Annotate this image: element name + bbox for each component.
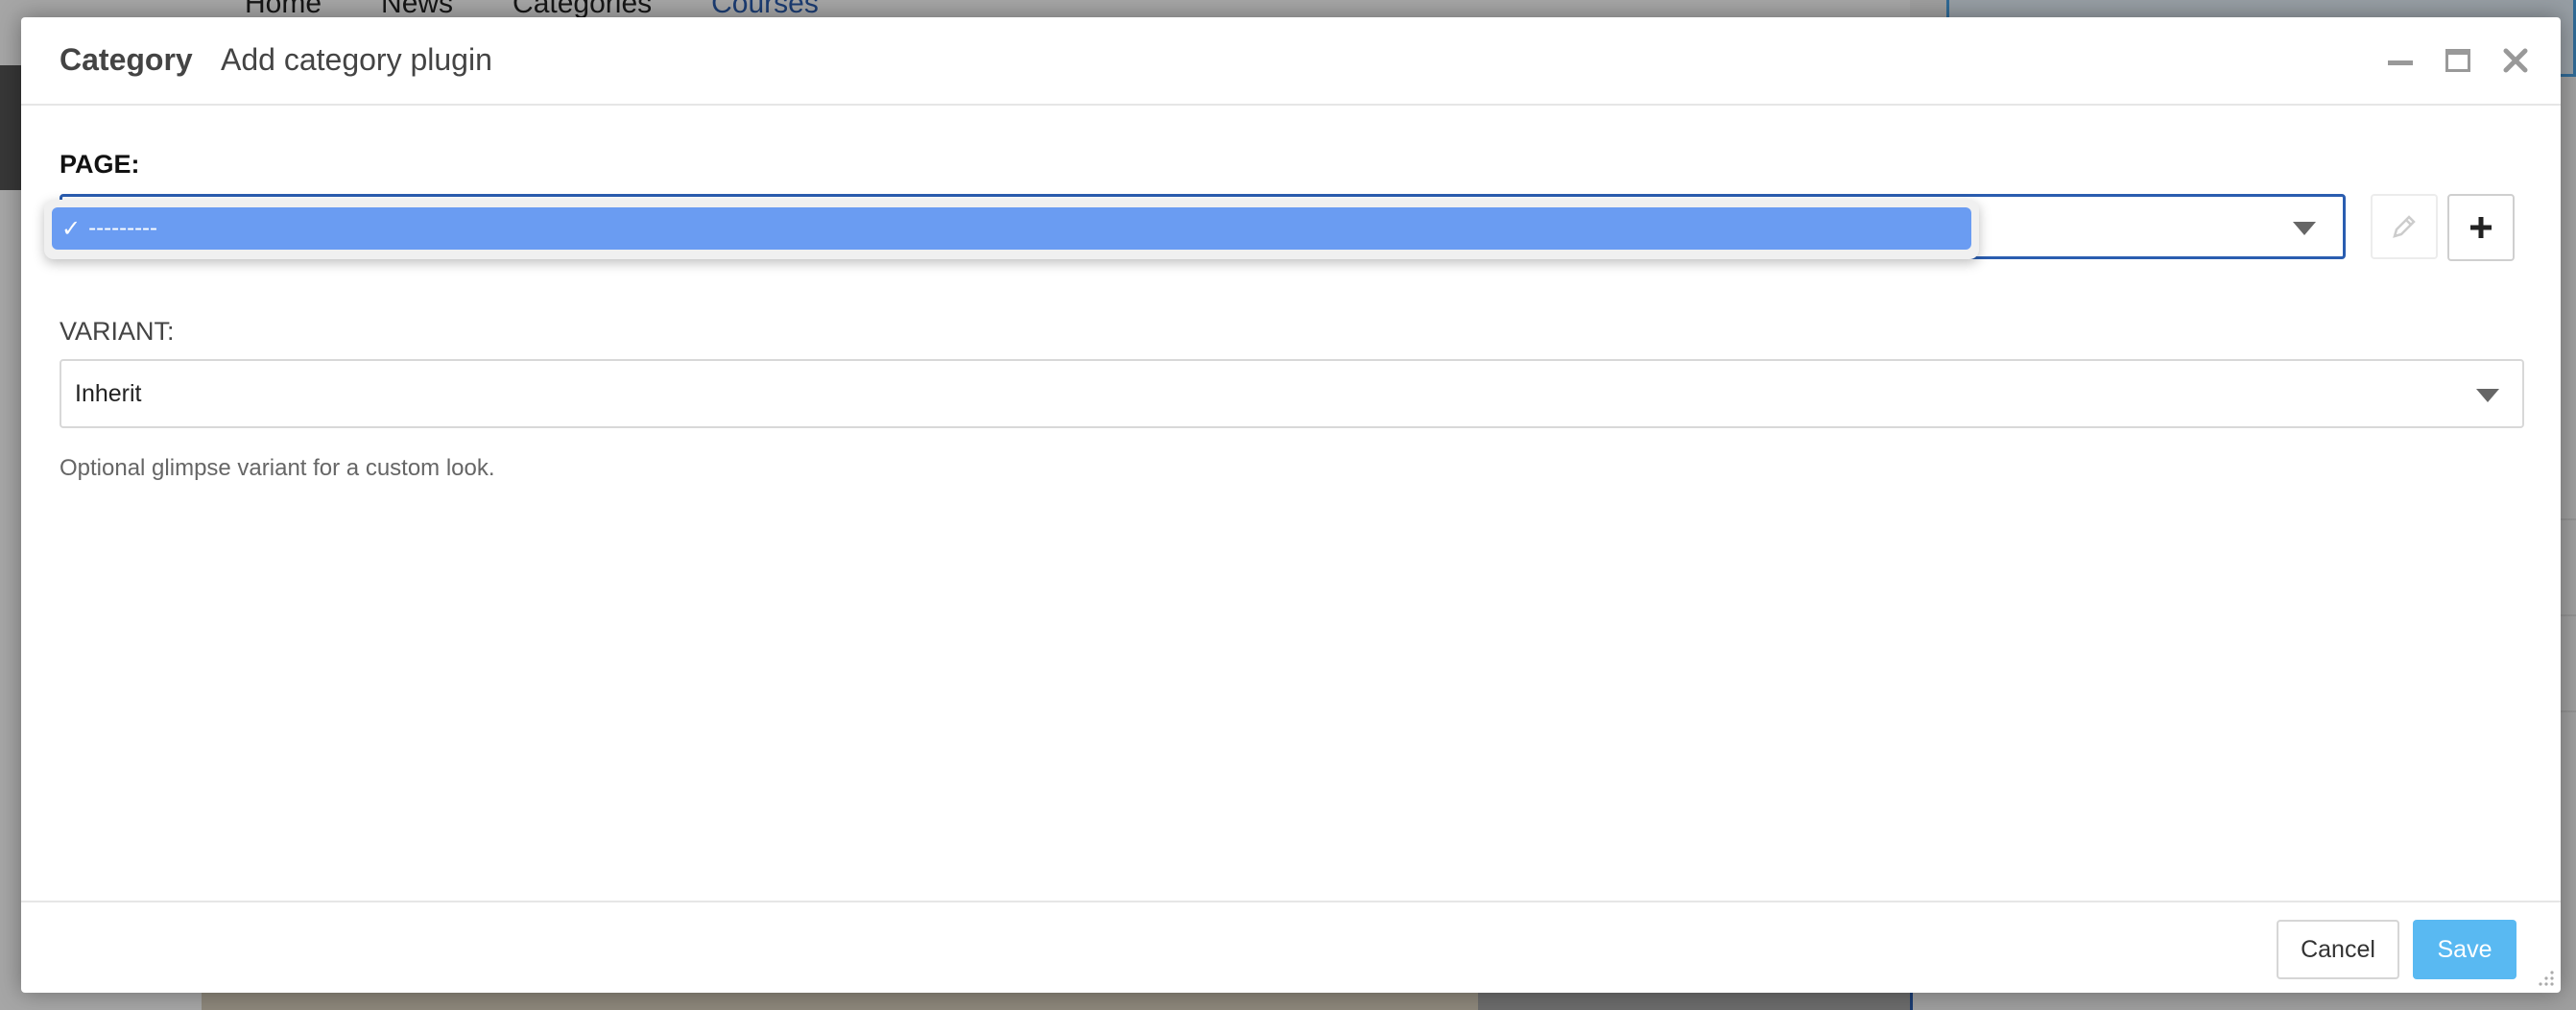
pencil-icon <box>2393 215 2416 238</box>
maximize-icon <box>2445 49 2470 72</box>
page-dropdown-list: ✓ --------- <box>44 200 1979 259</box>
dialog-header: Category Add category plugin <box>21 17 2561 106</box>
category-plugin-dialog: Category Add category plugin PAGE: VARIA… <box>21 17 2561 993</box>
plus-icon <box>2470 217 2492 238</box>
cancel-button[interactable]: Cancel <box>2277 920 2399 979</box>
page-label: PAGE: <box>60 150 140 179</box>
variant-label: VARIANT: <box>60 317 175 346</box>
resize-handle-icon[interactable] <box>2534 966 2555 987</box>
edit-page-button[interactable] <box>2371 194 2438 259</box>
add-page-button[interactable] <box>2447 194 2515 261</box>
dialog-footer: Cancel Save <box>21 901 2561 993</box>
chevron-down-icon <box>2476 389 2499 402</box>
page-option-selected[interactable]: ✓ --------- <box>52 207 1971 250</box>
chevron-down-icon <box>2293 222 2316 235</box>
minimize-button[interactable] <box>2382 42 2419 79</box>
dialog-subtitle: Add category plugin <box>221 42 492 77</box>
variant-help-text: Optional glimpse variant for a custom lo… <box>60 455 495 481</box>
page-option-label: --------- <box>88 215 158 241</box>
minimize-icon <box>2388 57 2413 65</box>
dialog-title: Category <box>60 42 193 77</box>
checkmark-icon: ✓ <box>61 215 82 242</box>
save-button[interactable]: Save <box>2413 920 2516 979</box>
variant-select[interactable]: Inherit <box>60 359 2524 428</box>
close-button[interactable] <box>2497 42 2534 79</box>
maximize-button[interactable] <box>2440 42 2476 79</box>
variant-selected-value: Inherit <box>75 380 142 407</box>
close-icon <box>2503 48 2528 73</box>
